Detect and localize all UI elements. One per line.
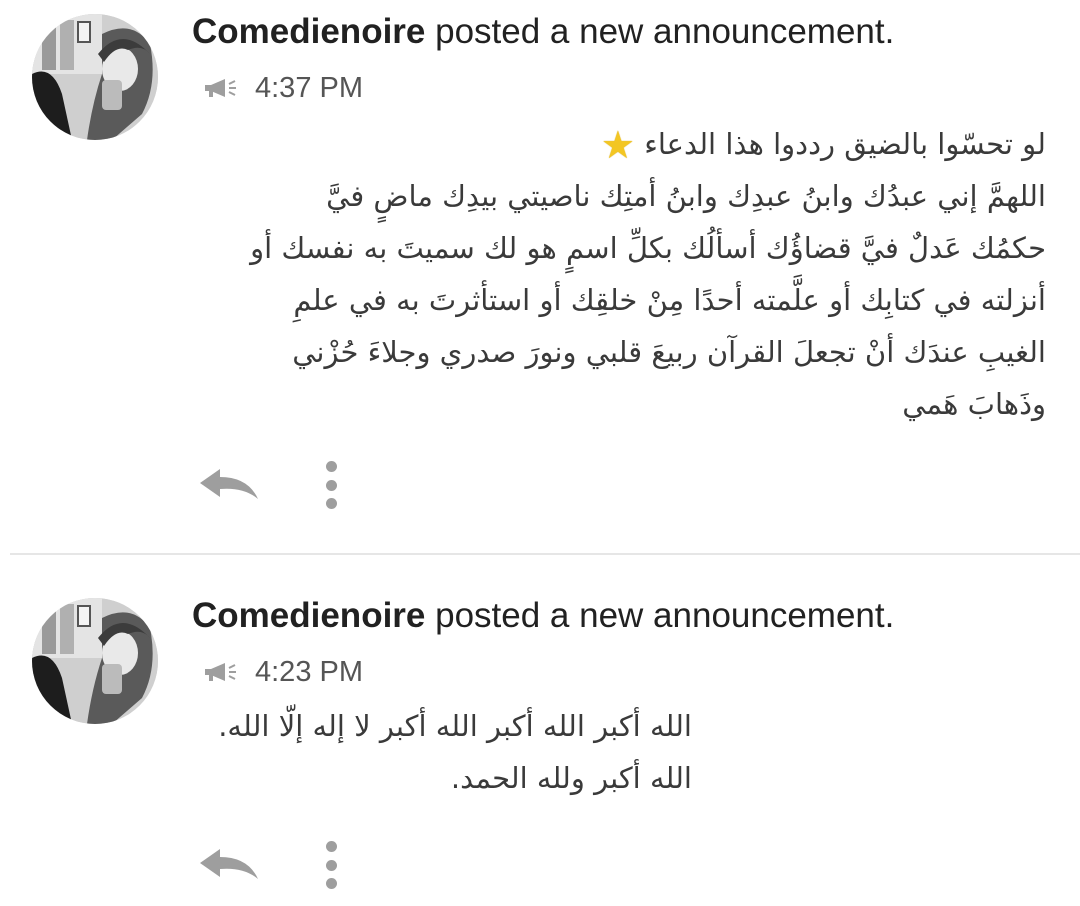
author-name[interactable]: Comedienoire xyxy=(192,596,425,635)
post-divider xyxy=(10,553,1080,555)
megaphone-icon xyxy=(205,79,236,97)
avatar-image xyxy=(32,598,158,724)
avatar-image xyxy=(32,14,158,140)
post-actions xyxy=(198,840,338,890)
body-line: أنزلته في كتابِك أو علَّمته أحدًا مِنْ خ… xyxy=(293,283,1046,317)
post-time: 4:23 PM xyxy=(255,655,363,688)
action-text: posted a new announcement. xyxy=(425,12,895,51)
more-options-button[interactable] xyxy=(324,841,338,889)
announcement-post: Comedienoire posted a new announcement. … xyxy=(0,556,1080,906)
post-meta: 4:23 PM xyxy=(203,654,363,690)
post-body: الله أكبر الله أكبر الله أكبر لا إله إلّ… xyxy=(218,700,692,804)
body-line: الغيبِ عندَك أنْ تجعلَ القرآن ربيعَ قلبي… xyxy=(292,335,1046,369)
reply-icon[interactable] xyxy=(198,465,260,505)
post-time: 4:37 PM xyxy=(255,71,363,104)
star-icon: ★ xyxy=(600,123,635,167)
reply-icon[interactable] xyxy=(198,845,260,885)
more-vertical-icon xyxy=(325,841,337,852)
body-line: الله أكبر الله أكبر الله أكبر لا إله إلّ… xyxy=(218,709,692,743)
body-line: لو تحسّوا بالضيق رددوا هذا الدعاء ★ xyxy=(600,123,1046,167)
more-vertical-icon xyxy=(325,461,337,472)
body-line: وذَهابَ هَمي xyxy=(902,387,1046,421)
body-line: الله أكبر ولله الحمد. xyxy=(450,761,692,795)
announcement-post: Comedienoire posted a new announcement. … xyxy=(0,0,1080,553)
avatar[interactable] xyxy=(32,598,158,724)
post-actions xyxy=(198,460,338,510)
megaphone-icon xyxy=(205,663,236,681)
action-text: posted a new announcement. xyxy=(425,596,895,635)
body-line: حكمُك عَدلٌ فيَّ قضاؤُك أسألُك بكلِّ اسم… xyxy=(250,231,1046,265)
post-meta: 4:37 PM xyxy=(203,70,363,106)
post-headline: Comedienoire posted a new announcement. xyxy=(192,12,894,52)
body-line: اللهمَّ إني عبدُك وابنُ عبدِك وابنُ أمتِ… xyxy=(326,179,1046,213)
post-body: لو تحسّوا بالضيق رددوا هذا الدعاء ★ الله… xyxy=(250,118,1046,430)
author-name[interactable]: Comedienoire xyxy=(192,12,425,51)
more-options-button[interactable] xyxy=(324,461,338,509)
post-headline: Comedienoire posted a new announcement. xyxy=(192,596,894,636)
avatar[interactable] xyxy=(32,14,158,140)
